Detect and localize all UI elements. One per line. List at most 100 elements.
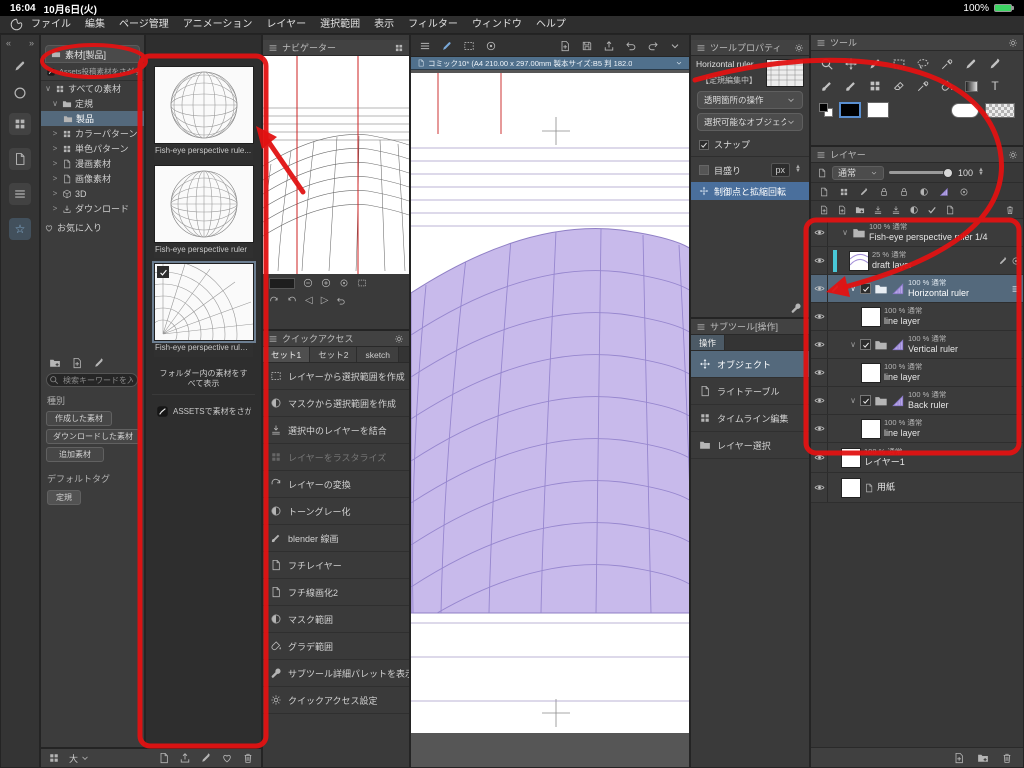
- toolbar-collapse-icon[interactable]: [669, 40, 681, 52]
- layer-row-folder[interactable]: ∨ 100 % 通常 Fish-eye perspective ruler 1/…: [811, 219, 1023, 247]
- assets-search-link[interactable]: Assets投稿素材をさがす: [41, 63, 144, 81]
- reset-view-icon[interactable]: [336, 296, 346, 306]
- tool-property-options-icon[interactable]: [794, 43, 804, 53]
- ruler-check[interactable]: [860, 283, 871, 294]
- airbrush-tool-icon[interactable]: [839, 75, 863, 97]
- delete-layer-icon[interactable]: [1001, 752, 1013, 764]
- figure-tool-icon[interactable]: [485, 40, 497, 52]
- export-icon[interactable]: [603, 40, 615, 52]
- sub-tool-item-object[interactable]: オブジェクト: [691, 351, 809, 378]
- new-folder-icon[interactable]: [49, 357, 61, 369]
- fill-tool-icon[interactable]: [935, 75, 959, 97]
- quick-access-settings[interactable]: クイックアクセス設定: [263, 687, 409, 714]
- layer-row[interactable]: 100 % 通常 レイヤー1: [811, 443, 1023, 473]
- selection-tool-icon[interactable]: [463, 40, 475, 52]
- gradient-tool-icon[interactable]: [959, 75, 983, 97]
- edit-material-icon[interactable]: [93, 357, 105, 369]
- visibility-toggle[interactable]: [811, 331, 828, 358]
- blend-tool-icon[interactable]: [911, 75, 935, 97]
- layer-row-folder[interactable]: ∨ 100 % 通常 Back ruler: [811, 387, 1023, 415]
- brush-tool-icon[interactable]: [815, 75, 839, 97]
- visibility-toggle[interactable]: [811, 473, 828, 502]
- flip-horizontal-icon[interactable]: ◁: [305, 296, 313, 306]
- zoom-tool-icon[interactable]: [815, 53, 839, 75]
- menu-item[interactable]: ページ管理: [119, 20, 169, 30]
- added-materials-button[interactable]: 追加素材: [46, 447, 104, 462]
- menu-item[interactable]: ファイル: [31, 20, 71, 30]
- operation-tool-icon[interactable]: [863, 53, 887, 75]
- mini-color-chips[interactable]: [819, 103, 833, 117]
- material-tree-item-mono-pattern[interactable]: >単色パターン: [41, 141, 144, 156]
- quick-access-item[interactable]: グラデ範囲: [263, 633, 409, 660]
- clip-to-layer-icon[interactable]: [819, 187, 829, 197]
- ruler-check[interactable]: [860, 339, 871, 350]
- quick-access-item[interactable]: フチレイヤー: [263, 552, 409, 579]
- material-search-input[interactable]: [46, 373, 138, 387]
- quick-access-tab-set2[interactable]: セット2: [310, 347, 357, 362]
- menu-item[interactable]: フィルター: [408, 20, 458, 30]
- edit-material-icon[interactable]: [200, 752, 212, 764]
- panel-menu-icon[interactable]: [696, 322, 706, 332]
- layer-row-selected[interactable]: ∨ 100 % 通常 Horizontal ruler: [811, 275, 1023, 303]
- transfer-layer-icon[interactable]: [873, 205, 883, 215]
- visibility-toggle[interactable]: [811, 359, 828, 386]
- undo-icon[interactable]: [625, 40, 637, 52]
- favorite-icon[interactable]: [221, 752, 233, 764]
- actual-size-icon[interactable]: [357, 278, 367, 288]
- tools-options-icon[interactable]: [1008, 38, 1018, 48]
- material-tree-item-image[interactable]: >画像素材: [41, 171, 144, 186]
- quick-access-tab-set1[interactable]: セット1: [263, 347, 310, 362]
- scale-stepper[interactable]: ▲▼: [795, 166, 801, 173]
- quick-access-item[interactable]: マスクから選択範囲を作成: [263, 390, 409, 417]
- search-on-assets-button[interactable]: ASSETSで素材をさがす: [152, 401, 255, 422]
- quick-access-item[interactable]: マスク範囲: [263, 606, 409, 633]
- decoration-tool-icon[interactable]: [863, 75, 887, 97]
- fit-view-icon[interactable]: [339, 278, 349, 288]
- edge-color-circle-icon[interactable]: [13, 86, 27, 100]
- opacity-stepper[interactable]: ▲▼: [978, 169, 984, 176]
- snap-checkbox[interactable]: [699, 140, 709, 150]
- layer-color-icon[interactable]: [959, 187, 969, 197]
- visibility-toggle[interactable]: [811, 415, 828, 442]
- current-tool-pen-icon[interactable]: [441, 40, 453, 52]
- document-tab[interactable]: コミック10* (A4 210.00 x 297.00mm 製本サイズ:B5 判…: [411, 57, 689, 70]
- eraser-tool-icon[interactable]: [887, 75, 911, 97]
- material-panel-tab[interactable]: 素材[製品]: [45, 45, 140, 63]
- eyedropper-tool-icon[interactable]: [935, 53, 959, 75]
- pencil-tool-icon[interactable]: [983, 53, 1007, 75]
- quick-access-item[interactable]: サブツール詳細パレットを表示: [263, 660, 409, 687]
- save-icon[interactable]: [581, 40, 593, 52]
- material-tree-item-color-pattern[interactable]: >カラーパターン: [41, 126, 144, 141]
- visibility-toggle[interactable]: [811, 387, 828, 414]
- material-card-selected[interactable]: Fish-eye perspective ruler 1/4: [154, 263, 253, 357]
- transparent-color-chip[interactable]: [985, 103, 1015, 118]
- light-table-icon[interactable]: [945, 205, 955, 215]
- material-tree-item-ruler[interactable]: ∨定規: [41, 96, 144, 111]
- enable-mask-icon[interactable]: [919, 187, 929, 197]
- edge-panel-icon[interactable]: [9, 183, 31, 205]
- control-point-row-active[interactable]: 制御点と拡縮回転: [691, 182, 809, 200]
- rotate-left-icon[interactable]: [269, 296, 279, 306]
- selectable-object-dropdown[interactable]: 選択可能なオブジェクト: [697, 113, 803, 131]
- zoom-value-box[interactable]: [269, 278, 295, 289]
- material-tree-item-favorites[interactable]: お気に入り: [41, 220, 144, 235]
- material-card[interactable]: Fish-eye perspective ruler: [154, 165, 253, 259]
- menu-item[interactable]: 表示: [374, 20, 394, 30]
- menu-item[interactable]: ヘルプ: [536, 20, 566, 30]
- delete-layer-icon[interactable]: [1005, 205, 1015, 215]
- menu-item[interactable]: ウィンドウ: [472, 20, 522, 30]
- quick-access-item[interactable]: 選択中のレイヤーを結合: [263, 417, 409, 444]
- visibility-toggle[interactable]: [811, 219, 828, 246]
- rotate-right-icon[interactable]: [287, 296, 297, 306]
- visibility-toggle[interactable]: [811, 275, 828, 302]
- edge-pen-icon[interactable]: [13, 59, 27, 73]
- tag-ruler[interactable]: 定規: [47, 490, 81, 505]
- ruler-check[interactable]: [860, 395, 871, 406]
- auto-select-tool-icon[interactable]: [911, 53, 935, 75]
- sub-tool-item-layerselect[interactable]: レイヤー選択: [691, 432, 809, 459]
- layer-row-paper[interactable]: 用紙: [811, 473, 1023, 503]
- show-all-in-folder-button[interactable]: フォルダー内の素材をすべて表示: [152, 365, 255, 395]
- lock-alpha-icon[interactable]: [899, 187, 909, 197]
- menu-item[interactable]: 編集: [85, 20, 105, 30]
- new-folder-icon[interactable]: [855, 205, 865, 215]
